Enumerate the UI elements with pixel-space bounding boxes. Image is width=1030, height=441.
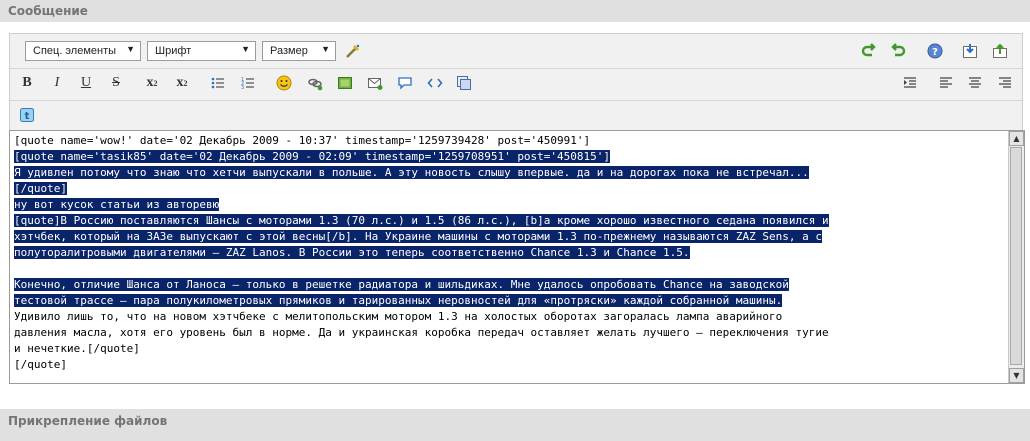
editor-line: полуторалитровыми двигателями — ZAZ Lano…	[14, 245, 1004, 261]
editor-line-text: [quote name='wow!' date='02 Декабрь 2009…	[14, 134, 591, 147]
chevron-down-icon: ▼	[241, 44, 250, 54]
editor-line: и нечеткие.[/quote]	[14, 341, 1004, 357]
scroll-down-icon[interactable]: ▼	[1009, 368, 1024, 383]
smiley-icon[interactable]	[274, 73, 294, 93]
bold-label: B	[22, 75, 32, 90]
redo-icon[interactable]	[888, 41, 908, 61]
chevron-down-icon: ▼	[126, 44, 135, 54]
save-icon[interactable]	[960, 41, 980, 61]
editor-line-text: Конечно, отличие Шанса от Ланоса — тольк…	[14, 278, 789, 291]
strike-button[interactable]: S	[106, 73, 126, 93]
font-select[interactable]: Шрифт ▼	[147, 41, 256, 61]
section-title: Сообщение	[8, 4, 88, 18]
message-textarea[interactable]: [quote name='wow!' date='02 Декабрь 2009…	[9, 130, 1025, 384]
comment-icon[interactable]	[395, 73, 415, 93]
editor-line: [/quote]	[14, 357, 1004, 373]
wand-icon[interactable]	[343, 41, 363, 61]
editor-line: тестовой трассе — пара полукилометровых …	[14, 293, 1004, 309]
superscript-mark: 2	[183, 78, 188, 88]
font-label: Шрифт	[155, 45, 192, 57]
special-elements-select[interactable]: Спец. элементы ▼	[25, 41, 141, 61]
editor-line: [quote name='wow!' date='02 Декабрь 2009…	[14, 133, 1004, 149]
editor-line: [/quote]	[14, 181, 1004, 197]
image-icon[interactable]	[335, 73, 355, 93]
superscript-button[interactable]: x2	[172, 73, 192, 93]
message-section-header: Сообщение	[0, 0, 1030, 22]
editor-line-text: [/quote]	[14, 182, 67, 195]
svg-text:?: ?	[932, 47, 938, 58]
editor-line-text: хэтчбек, который на ЗАЗе выпускают с это…	[14, 230, 822, 243]
size-label: Размер	[270, 45, 308, 57]
editor-line-text: [quote name='tasik85' date='02 Декабрь 2…	[14, 150, 611, 163]
toolbar-divider	[10, 68, 1022, 69]
indent-icon[interactable]	[900, 73, 920, 93]
twitter-icon[interactable]: t	[17, 105, 37, 125]
align-right-icon[interactable]	[995, 73, 1015, 93]
message-text[interactable]: [quote name='wow!' date='02 Декабрь 2009…	[14, 133, 1004, 373]
editor-line: ну вот кусок статьи из авторевю	[14, 197, 1004, 213]
bullet-list-icon[interactable]	[208, 73, 228, 93]
editor-toolbar: Спец. элементы ▼ Шрифт ▼ Размер ▼ ? B I …	[9, 33, 1023, 131]
chevron-down-icon: ▼	[321, 44, 330, 54]
media-icon[interactable]	[454, 73, 474, 93]
editor-line-text: [quote]В Россию поставляются Шансы с мот…	[14, 214, 829, 227]
attachments-section-header: Прикрепление файлов	[0, 409, 1030, 441]
numbered-list-icon[interactable]: 123	[238, 73, 258, 93]
editor-line-text: Я удивлен потому что знаю что хетчи выпу…	[14, 166, 809, 179]
subscript-button[interactable]: x2	[142, 73, 162, 93]
vertical-scrollbar[interactable]: ▲ ▼	[1008, 131, 1024, 383]
editor-line: хэтчбек, который на ЗАЗе выпускают с это…	[14, 229, 1004, 245]
italic-label: I	[54, 75, 60, 90]
editor-line-text: тестовой трассе — пара полукилометровых …	[14, 294, 783, 307]
link-icon[interactable]	[305, 73, 325, 93]
scroll-up-icon[interactable]: ▲	[1009, 131, 1024, 146]
bold-button[interactable]: B	[17, 73, 37, 93]
editor-line: давления масла, хотя его уровень был в н…	[14, 325, 1004, 341]
align-left-icon[interactable]	[936, 73, 956, 93]
email-icon[interactable]	[365, 73, 385, 93]
italic-button[interactable]: I	[47, 73, 67, 93]
editor-line: Удивило лишь то, что на новом хэтчбеке с…	[14, 309, 1004, 325]
superscript-label: x	[176, 75, 184, 90]
svg-text:3: 3	[241, 85, 244, 91]
editor-line-text: ну вот кусок статьи из авторевю	[14, 198, 220, 211]
subscript-label: x	[146, 75, 154, 90]
undo-icon[interactable]	[859, 41, 879, 61]
editor-line-text: Удивило лишь то, что на новом хэтчбеке с…	[14, 310, 783, 323]
underline-button[interactable]: U	[76, 73, 96, 93]
svg-text:t: t	[25, 111, 30, 122]
editor-line: Я удивлен потому что знаю что хетчи выпу…	[14, 165, 1004, 181]
upload-icon[interactable]	[990, 41, 1010, 61]
align-center-icon[interactable]	[965, 73, 985, 93]
editor-line: [quote]В Россию поставляются Шансы с мот…	[14, 213, 1004, 229]
editor-line: [quote name='tasik85' date='02 Декабрь 2…	[14, 149, 1004, 165]
editor-line-text: и нечеткие.[/quote]	[14, 342, 140, 355]
code-icon[interactable]	[425, 73, 445, 93]
scrollbar-thumb[interactable]	[1010, 147, 1022, 365]
editor-line-text: [/quote]	[14, 358, 67, 371]
toolbar-divider	[10, 100, 1022, 101]
underline-label: U	[80, 75, 92, 90]
help-icon[interactable]: ?	[925, 41, 945, 61]
editor-line-text: давления масла, хотя его уровень был в н…	[14, 326, 829, 339]
size-select[interactable]: Размер ▼	[262, 41, 336, 61]
editor-line: Конечно, отличие Шанса от Ланоса — тольк…	[14, 277, 1004, 293]
attachments-title: Прикрепление файлов	[8, 414, 168, 428]
editor-line-text: полуторалитровыми двигателями — ZAZ Lano…	[14, 246, 690, 259]
strike-label: S	[112, 75, 120, 90]
special-elements-label: Спец. элементы	[33, 45, 117, 57]
subscript-mark: 2	[153, 78, 158, 88]
